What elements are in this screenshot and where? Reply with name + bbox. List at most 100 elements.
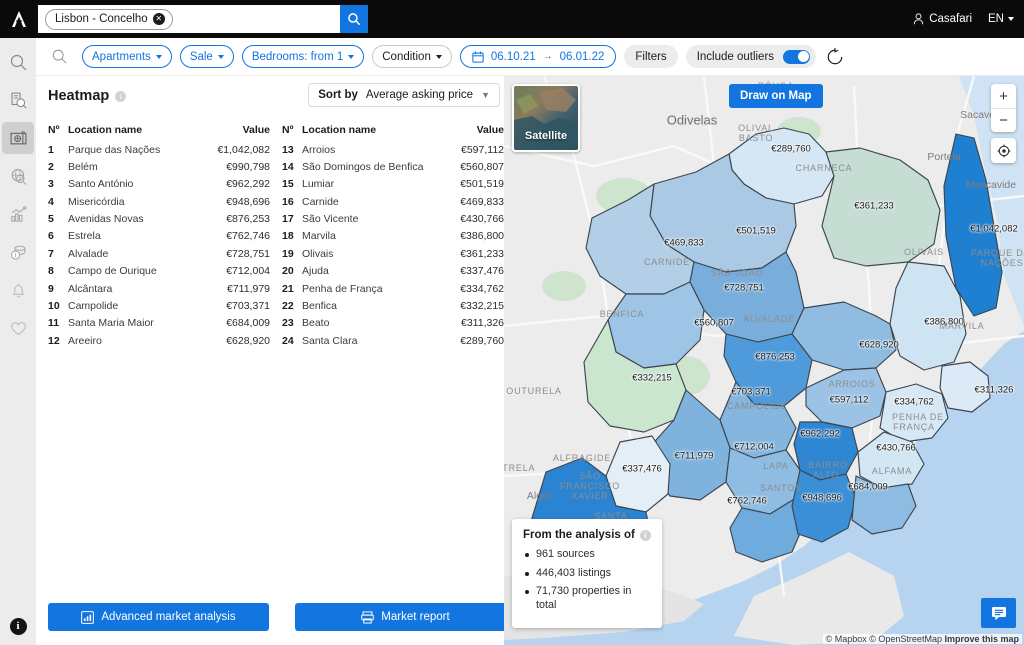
filter-condition[interactable]: Condition <box>372 45 452 68</box>
chat-button[interactable] <box>981 598 1016 628</box>
table-row[interactable]: 3Santo António€962,292 <box>48 176 270 193</box>
table-row[interactable]: 12Areeiro€628,920 <box>48 332 270 349</box>
sort-by-select[interactable]: Sort by Average asking price ▼ <box>308 83 500 107</box>
table-row[interactable]: 19Olivais€361,233 <box>282 245 504 262</box>
search-button[interactable] <box>340 5 368 33</box>
market-report-button[interactable]: Market report <box>295 603 516 631</box>
row-number: 22 <box>282 297 302 314</box>
sidebar-item-favourites[interactable] <box>2 312 34 344</box>
row-number: 21 <box>282 280 302 297</box>
sidebar: i <box>0 38 36 645</box>
panel-heading: Heatmap <box>48 88 109 104</box>
table-row[interactable]: 18Marvila€386,800 <box>282 228 504 245</box>
row-number: 17 <box>282 211 302 228</box>
toggle-switch[interactable] <box>783 50 810 64</box>
language-label: EN <box>988 13 1004 25</box>
sidebar-item-analytics[interactable] <box>2 198 34 230</box>
table-row[interactable]: 20Ajuda€337,476 <box>282 263 504 280</box>
table-row[interactable]: 16Carnide€469,833 <box>282 193 504 210</box>
table-row[interactable]: 7Alvalade€728,751 <box>48 245 270 262</box>
col-value: Value <box>452 124 504 141</box>
filter-property-type[interactable]: Apartments <box>82 45 172 68</box>
filters-button[interactable]: Filters <box>624 45 677 68</box>
table-row[interactable]: 22Benfica€332,215 <box>282 297 504 314</box>
heatmap-table-left: Nº Location name Value 1Parque das Naçõe… <box>48 124 270 350</box>
table-row[interactable]: 14São Domingos de Benfica€560,807 <box>282 158 504 175</box>
info-icon[interactable]: i <box>640 530 651 541</box>
row-location-name: Misericórdia <box>68 193 200 210</box>
advanced-market-analysis-button[interactable]: Advanced market analysis <box>48 603 269 631</box>
filter-property-type-label: Apartments <box>92 51 151 63</box>
row-value: €337,476 <box>452 263 504 280</box>
attribution-improve[interactable]: Improve this map <box>944 634 1019 644</box>
table-row[interactable]: 24Santa Clara€289,760 <box>282 332 504 349</box>
sidebar-item-valuation[interactable] <box>2 236 34 268</box>
attribution-osm[interactable]: © OpenStreetMap <box>869 634 942 644</box>
geolocate-button[interactable] <box>991 138 1016 163</box>
user-menu[interactable]: Casafari <box>913 13 972 25</box>
include-outliers-toggle[interactable]: Include outliers <box>686 45 816 68</box>
row-number: 24 <box>282 332 302 349</box>
filter-date-range[interactable]: 06.10.21 → 06.01.22 <box>460 45 617 68</box>
satellite-toggle[interactable]: Satellite <box>512 84 580 152</box>
chevron-down-icon <box>1008 17 1014 21</box>
row-value: €712,004 <box>200 263 270 280</box>
sidebar-item-map[interactable] <box>2 122 34 154</box>
table-row[interactable]: 17São Vicente€430,766 <box>282 211 504 228</box>
table-row[interactable]: 11Santa Maria Maior€684,009 <box>48 315 270 332</box>
row-number: 14 <box>282 158 302 175</box>
row-location-name: Lumiar <box>302 176 452 193</box>
table-row[interactable]: 1Parque das Nações€1,042,082 <box>48 141 270 158</box>
search-icon <box>9 53 28 72</box>
table-row[interactable]: 15Lumiar€501,519 <box>282 176 504 193</box>
heatmap-table-right: Nº Location name Value 13Arroios€597,112… <box>282 124 504 350</box>
filter-search-icon[interactable] <box>44 48 74 65</box>
zoom-out-button[interactable]: − <box>991 108 1016 132</box>
filter-bedrooms[interactable]: Bedrooms: from 1 <box>242 45 364 68</box>
row-value: €361,233 <box>452 245 504 262</box>
table-row[interactable]: 10Campolide€703,371 <box>48 297 270 314</box>
filter-listing-type[interactable]: Sale <box>180 45 234 68</box>
row-value: €711,979 <box>200 280 270 297</box>
chevron-down-icon <box>436 55 442 59</box>
filter-date-to: 06.01.22 <box>560 51 605 63</box>
close-icon[interactable]: ✕ <box>153 13 165 25</box>
table-header-row: Nº Location name Value <box>48 124 270 141</box>
search-input[interactable]: Lisbon - Concelho ✕ <box>38 5 340 33</box>
row-number: 16 <box>282 193 302 210</box>
sidebar-item-search[interactable] <box>2 46 34 78</box>
row-location-name: São Vicente <box>302 211 452 228</box>
table-row[interactable]: 8Campo de Ourique€712,004 <box>48 263 270 280</box>
row-number: 15 <box>282 176 302 193</box>
panel-actions: Advanced market analysis Market report <box>48 603 516 631</box>
table-row[interactable]: 2Belém€990,798 <box>48 158 270 175</box>
row-location-name: Santo António <box>68 176 200 193</box>
sidebar-item-market[interactable] <box>2 160 34 192</box>
table-row[interactable]: 23Beato€311,326 <box>282 315 504 332</box>
row-value: €684,009 <box>200 315 270 332</box>
draw-on-map-button[interactable]: Draw on Map <box>729 84 823 108</box>
sidebar-item-alerts[interactable] <box>2 274 34 306</box>
table-row[interactable]: 4Misericórdia€948,696 <box>48 193 270 210</box>
reset-button[interactable] <box>824 46 846 68</box>
report-icon <box>361 611 374 624</box>
table-row[interactable]: 13Arroios€597,112 <box>282 141 504 158</box>
table-row[interactable]: 5Avenidas Novas€876,253 <box>48 211 270 228</box>
heatmap-map[interactable]: €289,760€361,233€1,042,082€501,519€469,8… <box>504 76 1024 645</box>
zoom-in-button[interactable]: + <box>991 84 1016 108</box>
row-number: 8 <box>48 263 68 280</box>
row-number: 13 <box>282 141 302 158</box>
table-row[interactable]: 6Estrela€762,746 <box>48 228 270 245</box>
row-number: 11 <box>48 315 68 332</box>
location-chip[interactable]: Lisbon - Concelho ✕ <box>45 9 173 30</box>
language-selector[interactable]: EN <box>988 13 1014 25</box>
info-icon[interactable]: i <box>115 91 126 102</box>
info-icon[interactable]: i <box>10 618 27 635</box>
app-logo[interactable] <box>0 0 38 38</box>
sidebar-item-properties[interactable] <box>2 84 34 116</box>
table-row[interactable]: 9Alcântara€711,979 <box>48 280 270 297</box>
filter-condition-label: Condition <box>382 51 431 63</box>
table-row[interactable]: 21Penha de França€334,762 <box>282 280 504 297</box>
attribution-mapbox[interactable]: © Mapbox <box>826 634 867 644</box>
row-value: €990,798 <box>200 158 270 175</box>
